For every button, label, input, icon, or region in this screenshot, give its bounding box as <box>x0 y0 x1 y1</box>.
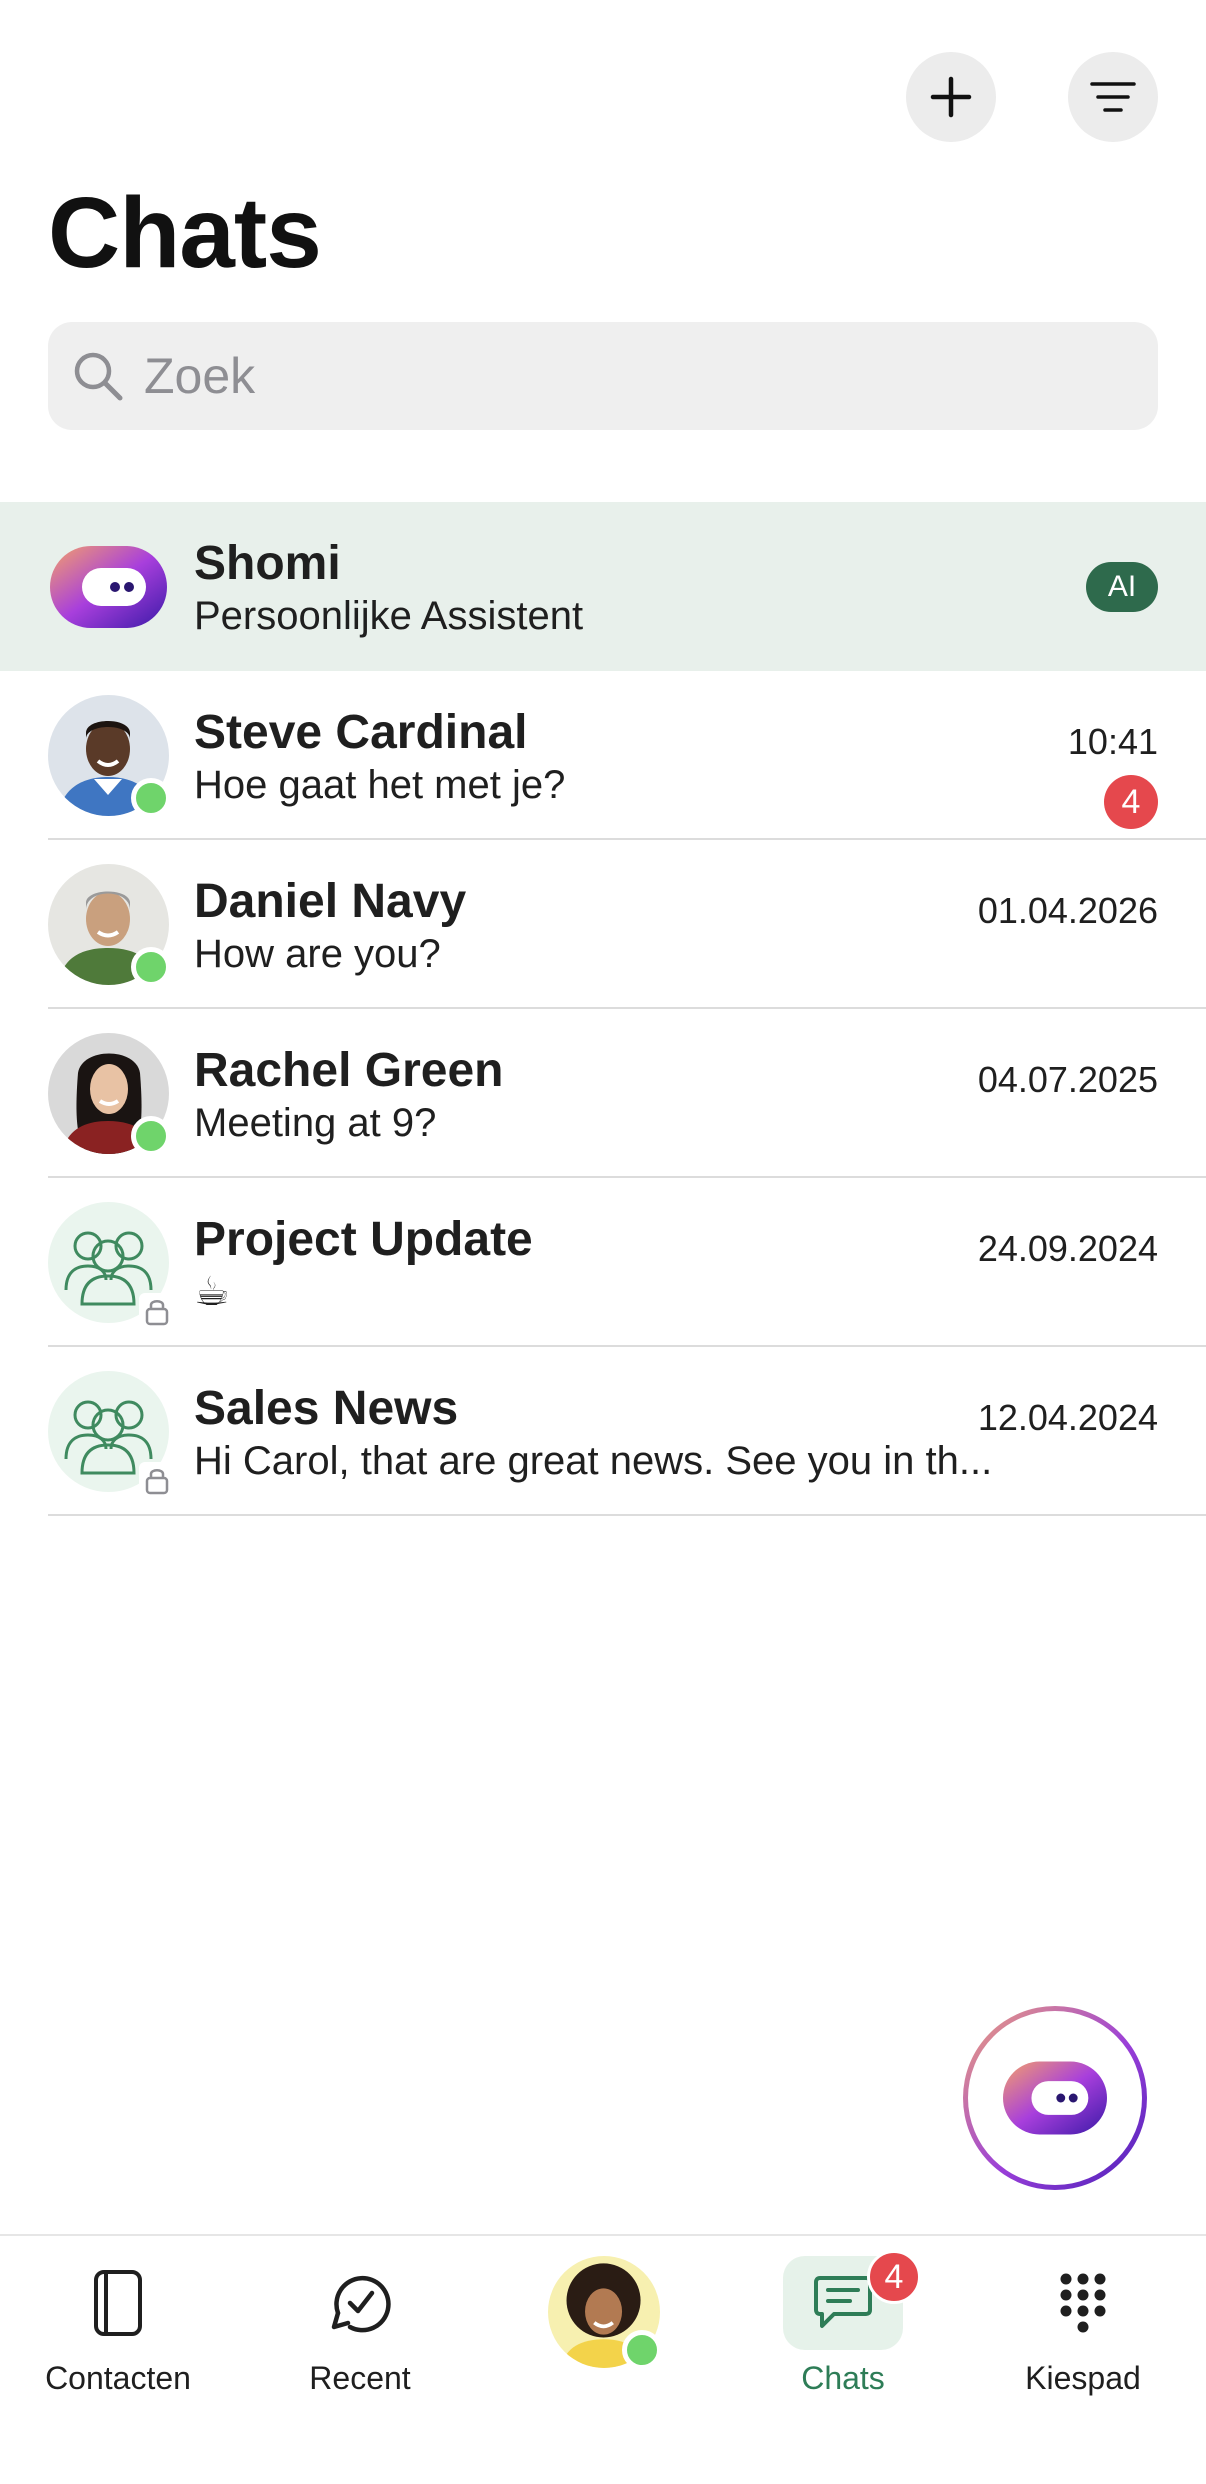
chat-row-project-update[interactable]: Project Update ☕ 24.09.2024 <box>0 1178 1206 1347</box>
chat-name: Steve Cardinal <box>194 706 528 759</box>
chat-message: Hi Carol, that are great news. See you i… <box>194 1439 993 1483</box>
chat-message: ☕ <box>194 1270 230 1314</box>
tab-contacts[interactable]: Contacten <box>18 2256 218 2397</box>
search-input[interactable] <box>144 347 944 405</box>
chat-bubble-icon <box>814 2276 872 2328</box>
chat-row-sales-news[interactable]: Sales News Hi Carol, that are great news… <box>0 1347 1206 1516</box>
chat-time: 10:41 <box>1067 721 1158 762</box>
new-chat-button[interactable] <box>906 52 996 142</box>
tab-label: Contacten <box>45 2360 191 2396</box>
tab-keypad[interactable]: Kiespad <box>983 2256 1183 2397</box>
page-title: Chats <box>48 177 322 289</box>
search-icon <box>74 352 123 401</box>
chat-row-text: Steve Cardinal Hoe gaat het met je? <box>194 707 1158 811</box>
chat-name: Shomi <box>194 537 341 590</box>
contacts-book-icon <box>94 2270 142 2336</box>
search-bar[interactable] <box>48 322 1158 430</box>
online-status-dot <box>131 1116 171 1156</box>
avatar <box>48 1371 175 1498</box>
chats-tab-highlight: 4 <box>783 2250 921 2350</box>
shomi-logo-icon <box>1003 2061 1107 2135</box>
chat-row-daniel-navy[interactable]: Daniel Navy How are you? 01.04.2026 <box>0 840 1206 1009</box>
tab-label: Chats <box>801 2360 885 2396</box>
row-divider <box>48 1514 1206 1516</box>
chat-time: 12.04.2024 <box>977 1397 1158 1438</box>
tab-recent[interactable]: Recent <box>260 2256 460 2397</box>
filter-lines-icon <box>1090 82 1136 112</box>
tab-bar: Contacten Recent 4 Chats Kiespad <box>0 2234 1206 2484</box>
chats-unread-badge: 4 <box>867 2250 921 2304</box>
avatar <box>48 1033 171 1156</box>
tab-chats[interactable]: 4 Chats <box>743 2250 943 2397</box>
chat-row-shomi[interactable]: Shomi Persoonlijke Assistent AI <box>0 502 1206 671</box>
chat-time: 04.07.2025 <box>977 1059 1158 1100</box>
shomi-logo-icon <box>50 546 167 628</box>
avatar <box>48 1202 175 1329</box>
online-status-dot <box>622 2330 662 2370</box>
lock-icon <box>139 1293 175 1329</box>
chat-list: Shomi Persoonlijke Assistent AI Steve Ca… <box>0 502 1206 1516</box>
chat-time: 01.04.2026 <box>977 890 1158 931</box>
online-status-dot <box>131 947 171 987</box>
online-status-dot <box>131 778 171 818</box>
tab-label: Kiespad <box>1025 2360 1141 2396</box>
lock-icon <box>139 1462 175 1498</box>
chat-row-steve-cardinal[interactable]: Steve Cardinal Hoe gaat het met je? 10:4… <box>0 671 1206 840</box>
chat-message: Hoe gaat het met je? <box>194 763 566 807</box>
filter-button[interactable] <box>1068 52 1158 142</box>
chat-message: Meeting at 9? <box>194 1101 437 1145</box>
assistant-fab-button[interactable] <box>963 2006 1147 2190</box>
chat-row-text: Shomi Persoonlijke Assistent <box>194 538 1158 642</box>
chat-message: How are you? <box>194 932 441 976</box>
chat-message: Persoonlijke Assistent <box>194 594 584 638</box>
plus-icon <box>930 76 972 118</box>
my-profile-button[interactable] <box>548 2256 662 2370</box>
tab-label: Recent <box>309 2360 411 2396</box>
avatar <box>48 695 171 818</box>
ai-badge: AI <box>1086 562 1158 612</box>
unread-badge: 4 <box>1104 775 1158 829</box>
chat-time: 24.09.2024 <box>977 1228 1158 1269</box>
avatar <box>48 864 171 987</box>
keypad-icon <box>1060 2273 1106 2333</box>
recent-check-icon <box>331 2275 391 2333</box>
assistant-fab-inner <box>968 2011 1142 2185</box>
chat-row-rachel-green[interactable]: Rachel Green Meeting at 9? 04.07.2025 <box>0 1009 1206 1178</box>
top-actions <box>906 52 1158 142</box>
